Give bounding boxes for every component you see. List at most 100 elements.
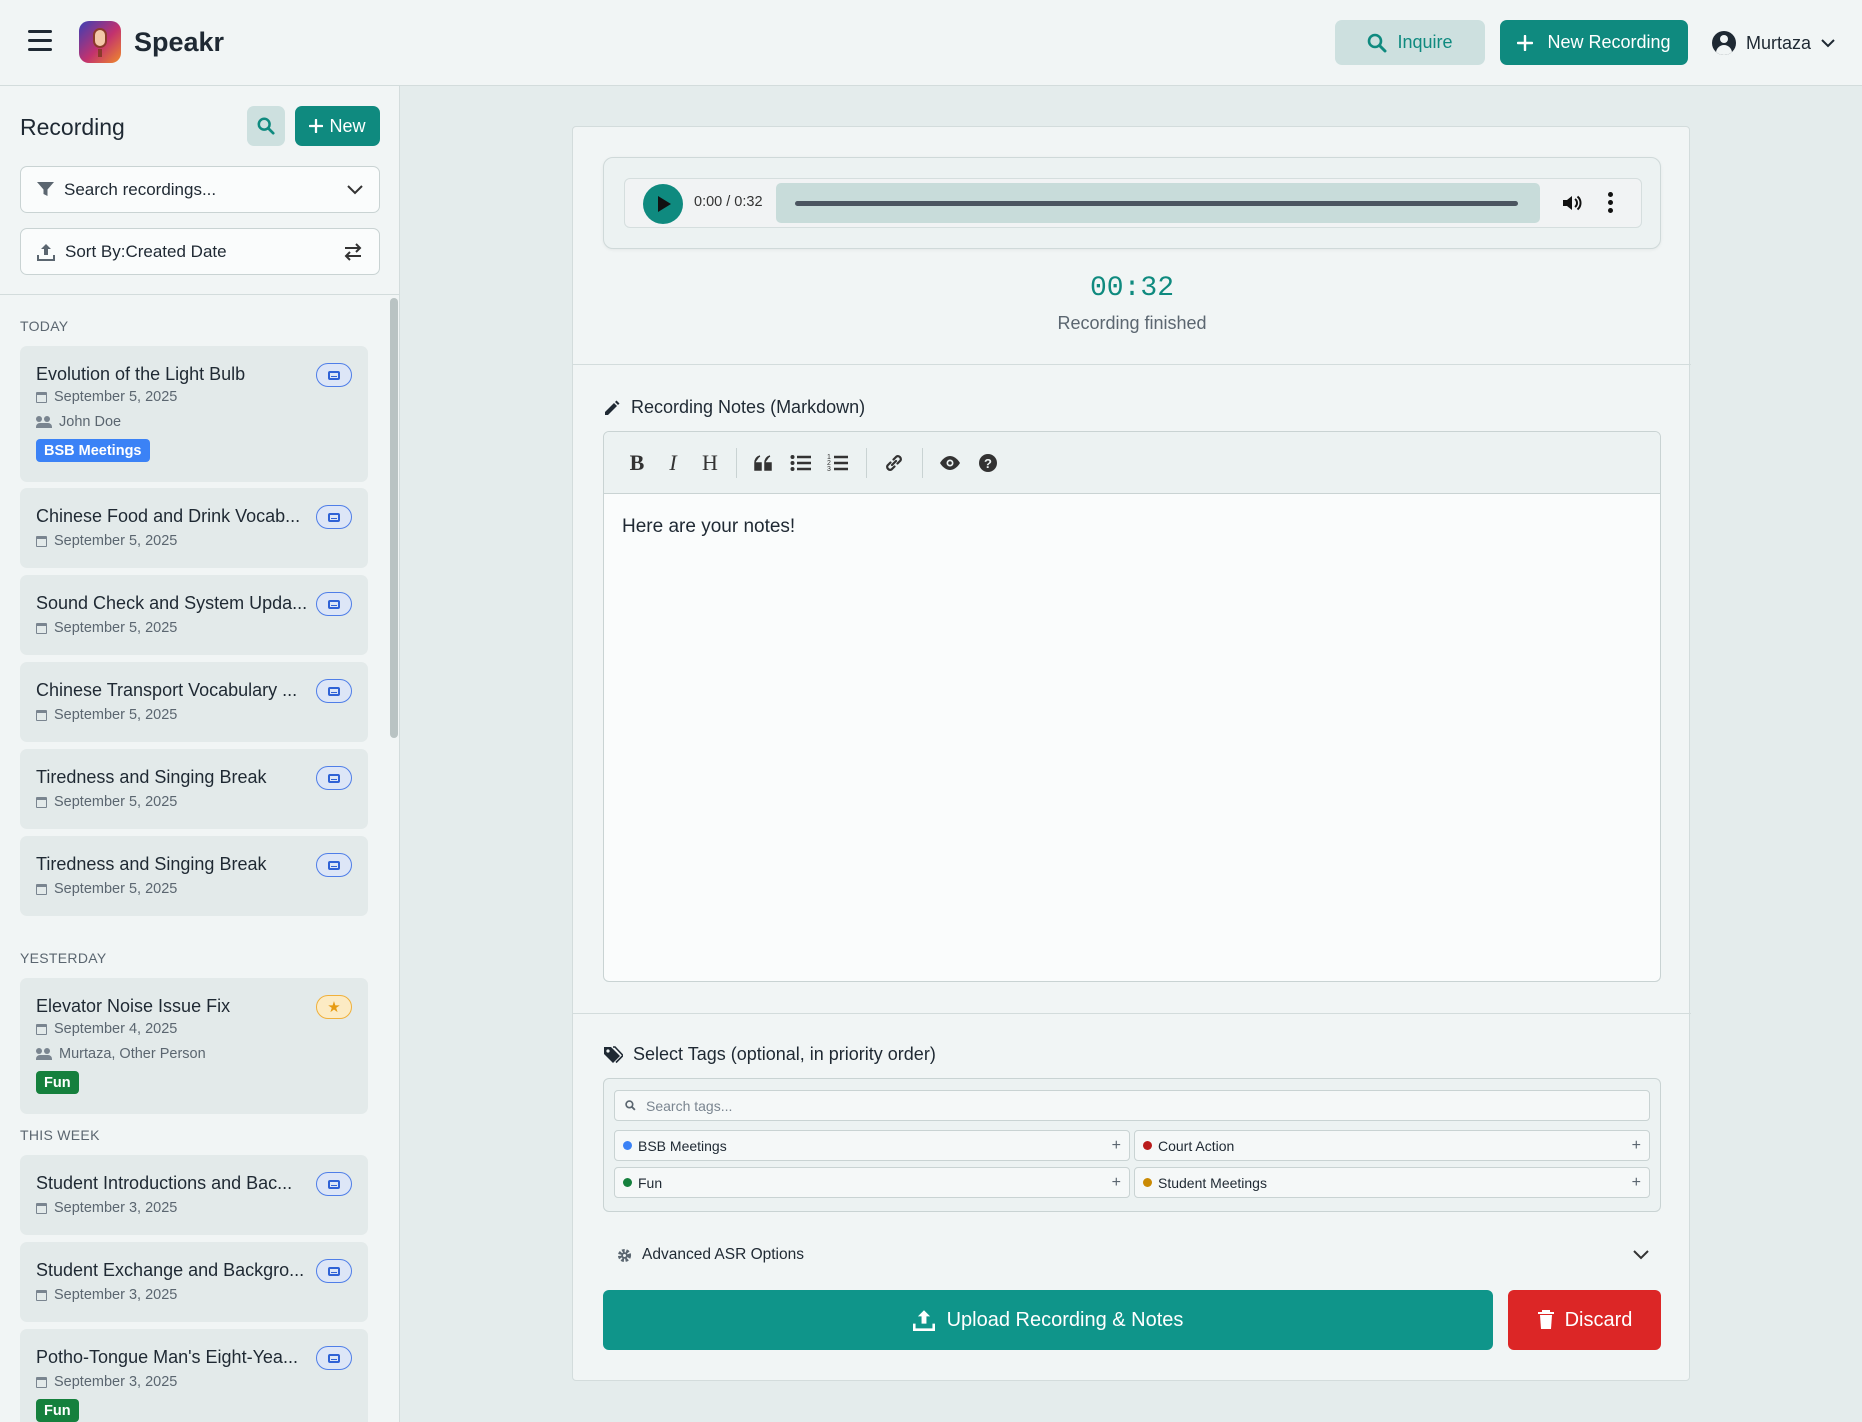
recording-title: Tiredness and Singing Break <box>36 767 267 787</box>
recording-date: September 5, 2025 <box>54 620 178 636</box>
section-divider <box>573 1013 1691 1014</box>
top-header: Speakr Inquire New Recording Murtaza <box>0 0 1862 86</box>
toolbar-divider <box>922 448 923 478</box>
search-icon <box>625 1100 636 1111</box>
tag-option-fun[interactable]: Fun + <box>614 1167 1130 1198</box>
tags-icon <box>604 1045 623 1063</box>
markdown-editor[interactable]: B I H 123 ? Here are your notes! <box>603 431 1661 982</box>
recording-item[interactable]: Tiredness and Singing Break September 5,… <box>20 836 368 916</box>
recording-item[interactable]: Evolution of the Light Bulb September 5,… <box>20 346 368 482</box>
quote-icon[interactable] <box>749 448 779 478</box>
tag-search-input[interactable]: Search tags... <box>614 1090 1650 1121</box>
seek-track <box>795 201 1518 206</box>
preview-eye-icon[interactable] <box>935 448 965 478</box>
discard-button[interactable]: Discard <box>1508 1290 1661 1350</box>
tag-option-student-meetings[interactable]: Student Meetings + <box>1134 1167 1650 1198</box>
user-name: Murtaza <box>1746 32 1812 53</box>
recording-date: September 5, 2025 <box>54 794 178 810</box>
chevron-down-icon <box>1633 1250 1649 1260</box>
inbox-icon <box>316 505 352 529</box>
plus-icon <box>1517 34 1534 51</box>
heading-icon[interactable]: H <box>695 448 725 478</box>
app-logo <box>79 21 121 63</box>
search-recordings-dropdown[interactable]: Search recordings... <box>20 166 380 213</box>
sidebar-scrollbar[interactable] <box>390 298 398 738</box>
tag-option-court-action[interactable]: Court Action + <box>1134 1130 1650 1161</box>
notes-content[interactable]: Here are your notes! <box>622 516 795 538</box>
group-label-this-week: THIS WEEK <box>20 1127 100 1143</box>
inquire-button[interactable]: Inquire <box>1335 20 1485 65</box>
recording-date: September 5, 2025 <box>54 881 178 897</box>
tag-search-placeholder: Search tags... <box>646 1097 733 1114</box>
more-options-icon[interactable] <box>1608 192 1614 216</box>
recording-item[interactable]: Sound Check and System Upda... September… <box>20 575 368 655</box>
inbox-icon <box>316 679 352 703</box>
gear-icon <box>617 1248 632 1262</box>
recording-item[interactable]: Student Introductions and Bac... Septemb… <box>20 1155 368 1235</box>
calendar-icon <box>36 622 47 634</box>
audio-player-card: 0:00 / 0:32 <box>603 157 1661 249</box>
calendar-icon <box>36 1023 47 1035</box>
tag-option-bsb-meetings[interactable]: BSB Meetings + <box>614 1130 1130 1161</box>
toolbar-divider <box>736 448 737 478</box>
new-recording-label: New Recording <box>1547 32 1671 52</box>
recording-participants: John Doe <box>59 414 122 430</box>
recording-title: Tiredness and Singing Break <box>36 854 267 874</box>
recording-item[interactable]: Tiredness and Singing Break September 5,… <box>20 749 368 829</box>
advanced-asr-toggle[interactable]: Advanced ASR Options <box>603 1237 1661 1273</box>
link-icon[interactable] <box>879 448 909 478</box>
upload-recording-button[interactable]: Upload Recording & Notes <box>603 1290 1493 1350</box>
bullet-list-icon[interactable] <box>786 448 816 478</box>
new-recording-button[interactable]: New Recording <box>1500 20 1688 65</box>
tag-color-dot <box>623 1178 632 1187</box>
inbox-icon <box>316 1346 352 1370</box>
recording-item[interactable]: Elevator Noise Issue Fix ★ September 4, … <box>20 978 368 1114</box>
tag-color-dot <box>623 1141 632 1150</box>
recording-date: September 3, 2025 <box>54 1374 178 1390</box>
bold-icon[interactable]: B <box>622 448 652 478</box>
inbox-icon <box>316 1259 352 1283</box>
italic-icon[interactable]: I <box>658 448 688 478</box>
play-icon[interactable] <box>643 184 683 224</box>
recording-date: September 4, 2025 <box>54 1021 178 1037</box>
recording-title: Chinese Food and Drink Vocab... <box>36 506 301 526</box>
tag-option-label: BSB Meetings <box>638 1137 727 1154</box>
user-menu[interactable]: Murtaza <box>1712 28 1835 58</box>
menu-icon[interactable] <box>28 30 52 52</box>
user-avatar-icon <box>1712 31 1736 55</box>
recording-item[interactable]: Potho-Tongue Man's Eight-Yea... Septembe… <box>20 1329 368 1422</box>
recording-timer: 00:32 <box>1089 273 1174 304</box>
sidebar-title: Recording <box>20 114 125 140</box>
recording-item[interactable]: Student Exchange and Backgro... Septembe… <box>20 1242 368 1322</box>
chevron-down-icon <box>1821 39 1835 48</box>
recording-title: Student Exchange and Backgro... <box>36 1260 305 1280</box>
sort-selector[interactable]: Sort By:Created Date <box>20 228 380 275</box>
sidebar-divider <box>0 294 399 295</box>
upload-label: Upload Recording & Notes <box>946 1308 1184 1331</box>
recording-item[interactable]: Chinese Food and Drink Vocab... Septembe… <box>20 488 368 568</box>
help-icon[interactable]: ? <box>973 448 1003 478</box>
recording-title: Chinese Transport Vocabulary ... <box>36 680 298 700</box>
recording-title: Potho-Tongue Man's Eight-Yea... <box>36 1347 298 1367</box>
seek-bar[interactable] <box>776 183 1540 223</box>
tag-color-dot <box>1143 1178 1152 1187</box>
upload-sort-icon <box>37 243 55 261</box>
notes-section-label: Recording Notes (Markdown) <box>603 397 865 418</box>
calendar-icon <box>36 1202 47 1214</box>
volume-icon[interactable] <box>1560 191 1584 215</box>
recording-participants: Murtaza, Other Person <box>59 1046 206 1062</box>
filter-icon <box>37 182 54 196</box>
time-display: 0:00 / 0:32 <box>694 194 763 210</box>
calendar-icon <box>36 1289 47 1301</box>
recording-item[interactable]: Chinese Transport Vocabulary ... Septemb… <box>20 662 368 742</box>
recording-date: September 5, 2025 <box>54 389 178 405</box>
sidebar-search-button[interactable] <box>247 106 285 146</box>
sidebar-new-button[interactable]: New <box>295 106 380 146</box>
calendar-icon <box>36 391 47 403</box>
new-label: New <box>329 115 366 136</box>
swap-arrows-icon[interactable] <box>343 242 363 261</box>
notes-label: Recording Notes (Markdown) <box>631 397 866 417</box>
numbered-list-icon[interactable]: 123 <box>823 448 853 478</box>
calendar-icon <box>36 1376 47 1388</box>
calendar-icon <box>36 796 47 808</box>
